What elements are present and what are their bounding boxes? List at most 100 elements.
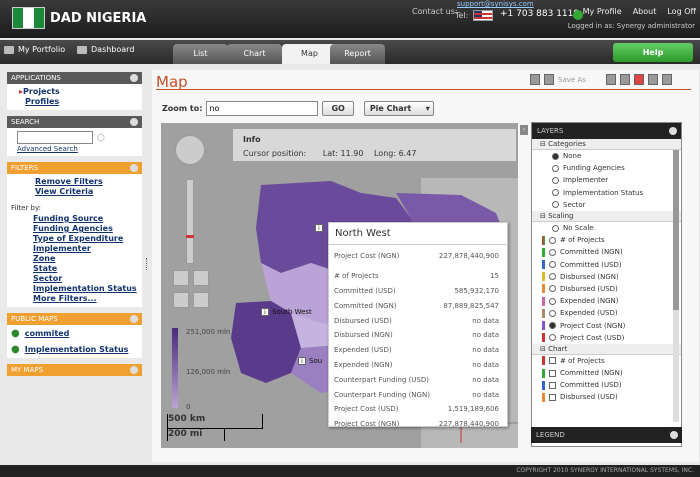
more-filters-link[interactable]: More Filters... bbox=[33, 294, 138, 304]
info-marker-icon[interactable]: i bbox=[315, 224, 323, 232]
filter-implementation-status[interactable]: Implementation Status bbox=[33, 284, 138, 294]
color-swatch bbox=[542, 272, 545, 282]
tab-report[interactable]: Report bbox=[330, 44, 385, 64]
filter-implementer[interactable]: Implementer bbox=[33, 244, 138, 254]
public-map-item[interactable]: ● Implementation Status bbox=[11, 344, 138, 355]
scaling-option[interactable]: # of Projects bbox=[532, 234, 681, 246]
scaling-option[interactable]: Disbursed (USD) bbox=[532, 283, 681, 295]
info-box: Info Cursor position: Lat: 11.90 Long: 6… bbox=[233, 129, 516, 161]
category-option[interactable]: Funding Agencies bbox=[532, 162, 681, 174]
scaling-option[interactable]: No Scale bbox=[532, 222, 681, 234]
collapse-icon[interactable] bbox=[130, 366, 138, 374]
scaling-option[interactable]: Committed (NGN) bbox=[532, 246, 681, 258]
collapse-layers-icon[interactable]: ‹ bbox=[520, 125, 528, 135]
save-icon[interactable] bbox=[530, 74, 540, 85]
toolbar: Save As bbox=[530, 74, 672, 85]
info-marker-icon[interactable]: i bbox=[261, 308, 269, 316]
chart-option[interactable]: Disbursed (USD) bbox=[532, 391, 681, 403]
print-icon[interactable] bbox=[605, 74, 616, 85]
layers-scrollbar[interactable] bbox=[673, 150, 679, 422]
zoom-input[interactable] bbox=[206, 101, 319, 116]
search-input[interactable] bbox=[17, 131, 93, 144]
go-button[interactable]: GO bbox=[322, 101, 354, 116]
scroll-thumb[interactable] bbox=[673, 150, 679, 310]
image-icon[interactable] bbox=[661, 74, 672, 85]
collapse-icon[interactable] bbox=[130, 74, 138, 82]
category-option[interactable]: Implementer bbox=[532, 174, 681, 186]
us-flag-icon[interactable] bbox=[473, 10, 493, 21]
region-popup: North West Project Cost (NGN) 227,878,440… bbox=[328, 222, 508, 428]
measure-tool-icon[interactable] bbox=[193, 292, 209, 308]
pdf-icon[interactable] bbox=[633, 74, 644, 85]
my-portfolio-button[interactable]: My Portfolio bbox=[4, 45, 65, 54]
chart-option[interactable]: # of Projects bbox=[532, 355, 681, 367]
filter-type-of-expenditure[interactable]: Type of Expenditure bbox=[33, 234, 138, 244]
layers-panel: LAYERS ⊟ Categories None Funding Agencie… bbox=[531, 122, 682, 447]
filter-funding-source[interactable]: Funding Source bbox=[33, 214, 138, 224]
phone-number: +1 703 883 1119 bbox=[500, 9, 580, 19]
category-option[interactable]: Implementation Status bbox=[532, 187, 681, 199]
filter-funding-agencies[interactable]: Funding Agencies bbox=[33, 224, 138, 234]
export-icon[interactable] bbox=[619, 74, 630, 85]
my-profile-link[interactable]: My Profile bbox=[583, 7, 622, 16]
save-as-label[interactable]: Save As bbox=[558, 76, 586, 84]
zoom-tool-icon[interactable] bbox=[193, 270, 209, 286]
legend-header[interactable]: LEGEND bbox=[531, 427, 682, 443]
collapse-icon[interactable] bbox=[130, 315, 138, 323]
sidebar-item-projects[interactable]: ▸Projects bbox=[19, 87, 138, 97]
lat-label: Lat: bbox=[322, 149, 338, 158]
tab-chart[interactable]: Chart bbox=[227, 44, 282, 64]
filter-zone[interactable]: Zone bbox=[33, 254, 138, 264]
view-criteria-link[interactable]: View Criteria bbox=[11, 187, 138, 197]
support-email-link[interactable]: support@synisys.com bbox=[457, 0, 534, 8]
dashboard-button[interactable]: Dashboard bbox=[77, 45, 134, 54]
scaling-option[interactable]: Disbursed (NGN) bbox=[532, 271, 681, 283]
select-tool-icon[interactable] bbox=[173, 270, 189, 286]
about-link[interactable]: About bbox=[633, 7, 657, 16]
scaling-option[interactable]: Project Cost (USD) bbox=[532, 332, 681, 344]
scaling-group[interactable]: ⊟ Scaling bbox=[532, 210, 681, 222]
public-map-item[interactable]: ● commited bbox=[11, 328, 138, 339]
info-marker-icon[interactable]: i bbox=[298, 357, 306, 365]
filters-panel: FILTERS Remove Filters View Criteria Fil… bbox=[7, 162, 142, 307]
log-off-link[interactable]: Log Off bbox=[667, 7, 696, 16]
splitter-handle[interactable] bbox=[146, 258, 148, 270]
zoom-thumb[interactable] bbox=[186, 235, 194, 238]
categories-group[interactable]: ⊟ Categories bbox=[532, 139, 681, 150]
chart-option[interactable]: Committed (USD) bbox=[532, 379, 681, 391]
collapse-icon[interactable] bbox=[130, 118, 138, 126]
color-swatch bbox=[542, 368, 545, 378]
zoom-slider[interactable] bbox=[186, 179, 194, 264]
search-icon[interactable]: ○ bbox=[97, 133, 105, 143]
logged-in-text: Logged in as: Synergy administrator bbox=[567, 22, 695, 30]
save-as-icon[interactable] bbox=[544, 74, 554, 85]
expand-icon[interactable] bbox=[670, 431, 678, 439]
collapse-icon[interactable] bbox=[669, 127, 677, 135]
scaling-option[interactable]: Expended (USD) bbox=[532, 307, 681, 319]
tab-list[interactable]: List bbox=[173, 44, 228, 64]
color-swatch bbox=[542, 392, 545, 402]
scaling-option[interactable]: Committed (USD) bbox=[532, 259, 681, 271]
scale-mi: 200 mi bbox=[167, 429, 225, 441]
help-button[interactable]: Help bbox=[613, 43, 693, 62]
tab-map[interactable]: Map bbox=[282, 44, 337, 64]
filter-sector[interactable]: Sector bbox=[33, 274, 138, 284]
sidebar-item-profiles[interactable]: Profiles bbox=[19, 97, 138, 107]
filter-state[interactable]: State bbox=[33, 264, 138, 274]
scaling-option[interactable]: Expended (NGN) bbox=[532, 295, 681, 307]
collapse-icon[interactable] bbox=[130, 164, 138, 172]
pan-control[interactable] bbox=[175, 135, 205, 165]
category-option[interactable]: None bbox=[532, 150, 681, 162]
category-option[interactable]: Sector bbox=[532, 199, 681, 211]
chart-group[interactable]: ⊟ Chart bbox=[532, 343, 681, 355]
map-label-south: i Sou bbox=[298, 357, 322, 365]
remove-filters-link[interactable]: Remove Filters bbox=[11, 177, 138, 187]
scaling-option[interactable]: Project Cost (NGN) bbox=[532, 319, 681, 331]
chart-option[interactable]: Committed (NGN) bbox=[532, 367, 681, 379]
excel-icon[interactable] bbox=[647, 74, 658, 85]
chart-type-select[interactable]: Pie Chart bbox=[363, 101, 434, 116]
advanced-search-link[interactable]: Advanced Search bbox=[17, 145, 78, 153]
phone-icon[interactable] bbox=[573, 10, 583, 20]
color-swatch bbox=[542, 321, 545, 331]
draw-tool-icon[interactable] bbox=[173, 292, 189, 308]
